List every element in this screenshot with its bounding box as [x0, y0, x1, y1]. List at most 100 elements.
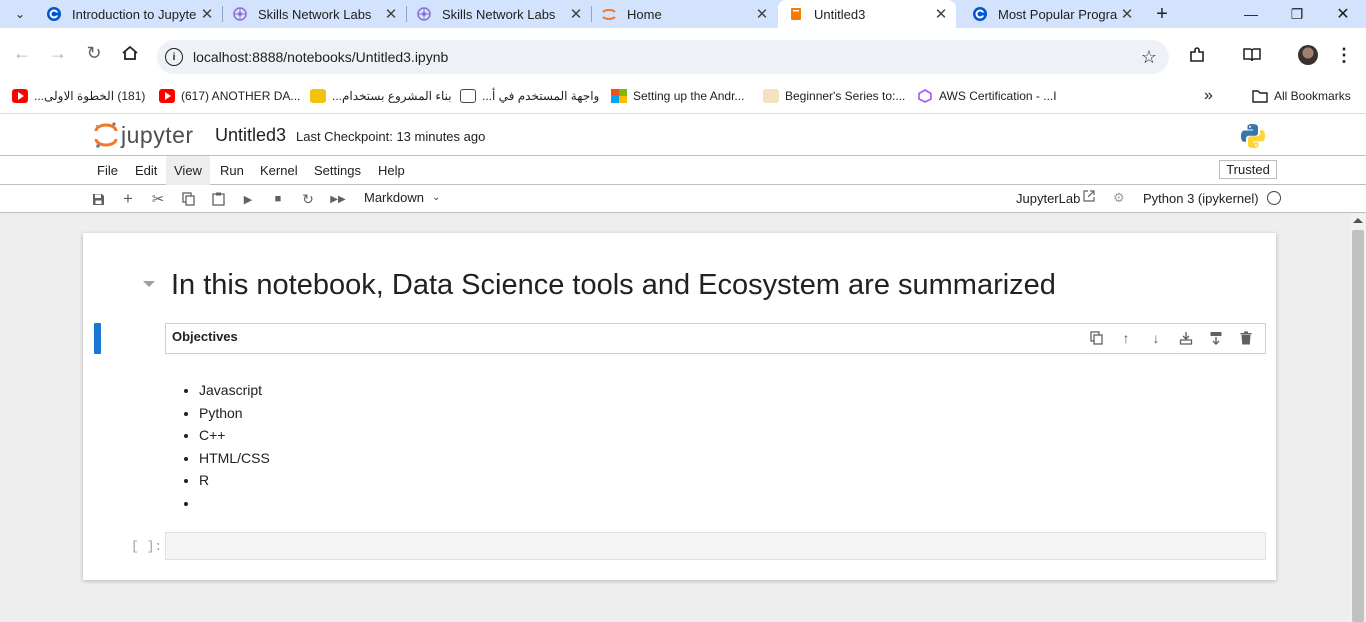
vertical-scrollbar[interactable] — [1350, 214, 1366, 622]
menu-run[interactable]: Run — [212, 156, 252, 185]
bookmark-item[interactable]: Setting up the Andr... — [611, 86, 744, 106]
chevron-down-icon: ⌄ — [431, 192, 441, 203]
home-icon[interactable] — [118, 41, 142, 65]
close-tab-icon[interactable]: ✕ — [753, 5, 771, 23]
browser-tab[interactable]: Introduction to Jupyte ✕ — [36, 0, 222, 28]
forward-arrow-icon[interactable]: → — [46, 41, 70, 65]
cut-icon[interactable]: ✂ — [148, 189, 168, 209]
bookmark-star-icon[interactable]: ☆ — [1141, 47, 1157, 68]
close-tab-icon[interactable]: ✕ — [1118, 5, 1136, 23]
tab-title: Skills Network Labs — [442, 6, 556, 22]
browser-tab-strip: ⌄ Introduction to Jupyte ✕ Skills Networ… — [0, 0, 1366, 28]
tab-title: Home — [627, 6, 662, 22]
close-tab-icon[interactable]: ✕ — [567, 5, 585, 23]
code-cell-prompt: [ ]: — [131, 539, 163, 554]
more-menu-icon[interactable]: ⋮ — [1333, 44, 1355, 66]
paste-icon[interactable] — [208, 189, 228, 209]
browser-tab[interactable]: Most Popular Prograr ✕ — [962, 0, 1142, 28]
trusted-badge[interactable]: Trusted — [1219, 160, 1277, 179]
bookmark-label: (617) ANOTHER DA... — [181, 89, 301, 103]
menu-kernel[interactable]: Kernel — [252, 156, 306, 185]
jupyter-header: jupyter Untitled3 Last Checkpoint: 13 mi… — [0, 114, 1366, 156]
menu-view[interactable]: View — [166, 156, 210, 185]
url-text: localhost:8888/notebooks/Untitled3.ipynb — [193, 49, 449, 65]
site-info-icon[interactable]: i — [165, 48, 183, 66]
scrollbar-thumb[interactable] — [1352, 230, 1364, 622]
notebook-icon — [788, 6, 804, 22]
cell-type-value: Markdown — [364, 190, 424, 205]
bookmark-item[interactable]: واجهة المستخدم في أ... — [460, 86, 599, 106]
code-cell-input[interactable] — [165, 532, 1266, 560]
restore-window-icon[interactable]: ❐ — [1274, 0, 1320, 28]
close-window-icon[interactable]: ✕ — [1320, 0, 1366, 28]
menu-file[interactable]: File — [89, 156, 126, 185]
kernel-name[interactable]: Python 3 (ipykernel) — [1143, 191, 1259, 206]
browser-tab[interactable]: Skills Network Labs ✕ — [222, 0, 406, 28]
close-tab-icon[interactable]: ✕ — [932, 5, 950, 23]
list-item: R — [199, 469, 270, 492]
browser-tab-active[interactable]: Untitled3 ✕ — [778, 0, 956, 28]
profile-avatar[interactable] — [1298, 45, 1318, 65]
all-bookmarks-label: All Bookmarks — [1274, 89, 1351, 103]
bookmark-item[interactable]: AWS Certification - ...I — [917, 86, 1057, 106]
move-cell-down-icon[interactable]: ↓ — [1141, 328, 1171, 348]
bookmark-label: Beginner's Series to:... — [785, 89, 906, 103]
coursera-icon — [46, 6, 62, 22]
run-icon[interactable]: ▶ — [238, 189, 258, 209]
bookmark-item[interactable]: Beginner's Series to:... — [763, 86, 905, 106]
reload-icon[interactable]: ↻ — [82, 41, 106, 65]
reading-list-icon[interactable] — [1241, 44, 1263, 66]
youtube-icon — [12, 89, 28, 103]
python-logo-icon — [1240, 123, 1266, 149]
bookmark-label: (181) الخطوة الاولى... — [34, 89, 146, 103]
browser-tab[interactable]: Skills Network Labs ✕ — [406, 0, 591, 28]
restart-run-all-icon[interactable]: ▶▶ — [328, 189, 348, 209]
all-bookmarks[interactable]: All Bookmarks — [1252, 86, 1351, 106]
collapse-heading-caret-icon[interactable] — [143, 281, 155, 287]
menu-help[interactable]: Help — [370, 156, 413, 185]
back-arrow-icon[interactable]: ← — [10, 41, 34, 65]
notebook-toolbar: + ✂ ▶ ■ ↻ ▶▶ Markdown ⌄ JupyterLab ⚙ Pyt… — [0, 185, 1366, 213]
extensions-icon[interactable] — [1186, 44, 1208, 66]
scroll-up-arrow-icon[interactable] — [1353, 218, 1363, 223]
save-icon[interactable] — [88, 189, 108, 209]
kernel-settings-gear-icon[interactable]: ⚙ — [1113, 190, 1125, 206]
active-cell-indicator — [94, 323, 101, 354]
menu-edit[interactable]: Edit — [127, 156, 165, 185]
more-bookmarks-icon[interactable]: » — [1204, 86, 1213, 106]
notebook-title[interactable]: Untitled3 — [215, 125, 286, 146]
browser-tab[interactable]: Home ✕ — [591, 0, 777, 28]
duplicate-cell-icon[interactable] — [1081, 328, 1111, 348]
tab-search-chevron-icon[interactable]: ⌄ — [8, 3, 32, 25]
address-bar[interactable]: i localhost:8888/notebooks/Untitled3.ipy… — [157, 40, 1169, 74]
bookmark-label: واجهة المستخدم في أ... — [482, 89, 600, 103]
list-item — [199, 492, 270, 515]
bookmark-item[interactable]: بناء المشروع بستخدام... — [310, 86, 452, 106]
bookmark-icon — [763, 89, 779, 103]
cell-type-select[interactable]: Markdown ⌄ — [364, 190, 440, 205]
jupyter-logo-icon — [94, 120, 118, 150]
move-cell-up-icon[interactable]: ↑ — [1111, 328, 1141, 348]
close-tab-icon[interactable]: ✕ — [382, 5, 400, 23]
bookmark-item[interactable]: (617) ANOTHER DA... — [159, 86, 300, 106]
jupyterlab-link[interactable]: JupyterLab — [1016, 191, 1080, 206]
copy-icon[interactable] — [178, 189, 198, 209]
delete-cell-icon[interactable] — [1231, 328, 1261, 348]
menu-bar: File Edit View Run Kernel Settings Help … — [0, 156, 1366, 185]
microsoft-icon — [611, 89, 627, 103]
add-cell-icon[interactable]: + — [118, 189, 138, 209]
close-tab-icon[interactable]: ✕ — [198, 5, 216, 23]
new-tab-button[interactable]: + — [1150, 2, 1174, 26]
minimize-window-icon[interactable]: — — [1228, 0, 1274, 28]
markdown-cell-editor[interactable]: Objectives ↑ ↓ — [165, 323, 1266, 354]
external-link-icon[interactable] — [1083, 190, 1095, 205]
jupyter-logo[interactable]: jupyter — [94, 120, 194, 150]
stop-icon[interactable]: ■ — [268, 189, 288, 209]
insert-cell-below-icon[interactable] — [1201, 328, 1231, 348]
insert-cell-above-icon[interactable] — [1171, 328, 1201, 348]
bookmark-label: AWS Certification - ...I — [939, 89, 1057, 103]
restart-icon[interactable]: ↻ — [298, 189, 318, 209]
menu-settings[interactable]: Settings — [306, 156, 369, 185]
bookmark-item[interactable]: (181) الخطوة الاولى... — [12, 86, 145, 106]
coursera-icon — [972, 6, 988, 22]
